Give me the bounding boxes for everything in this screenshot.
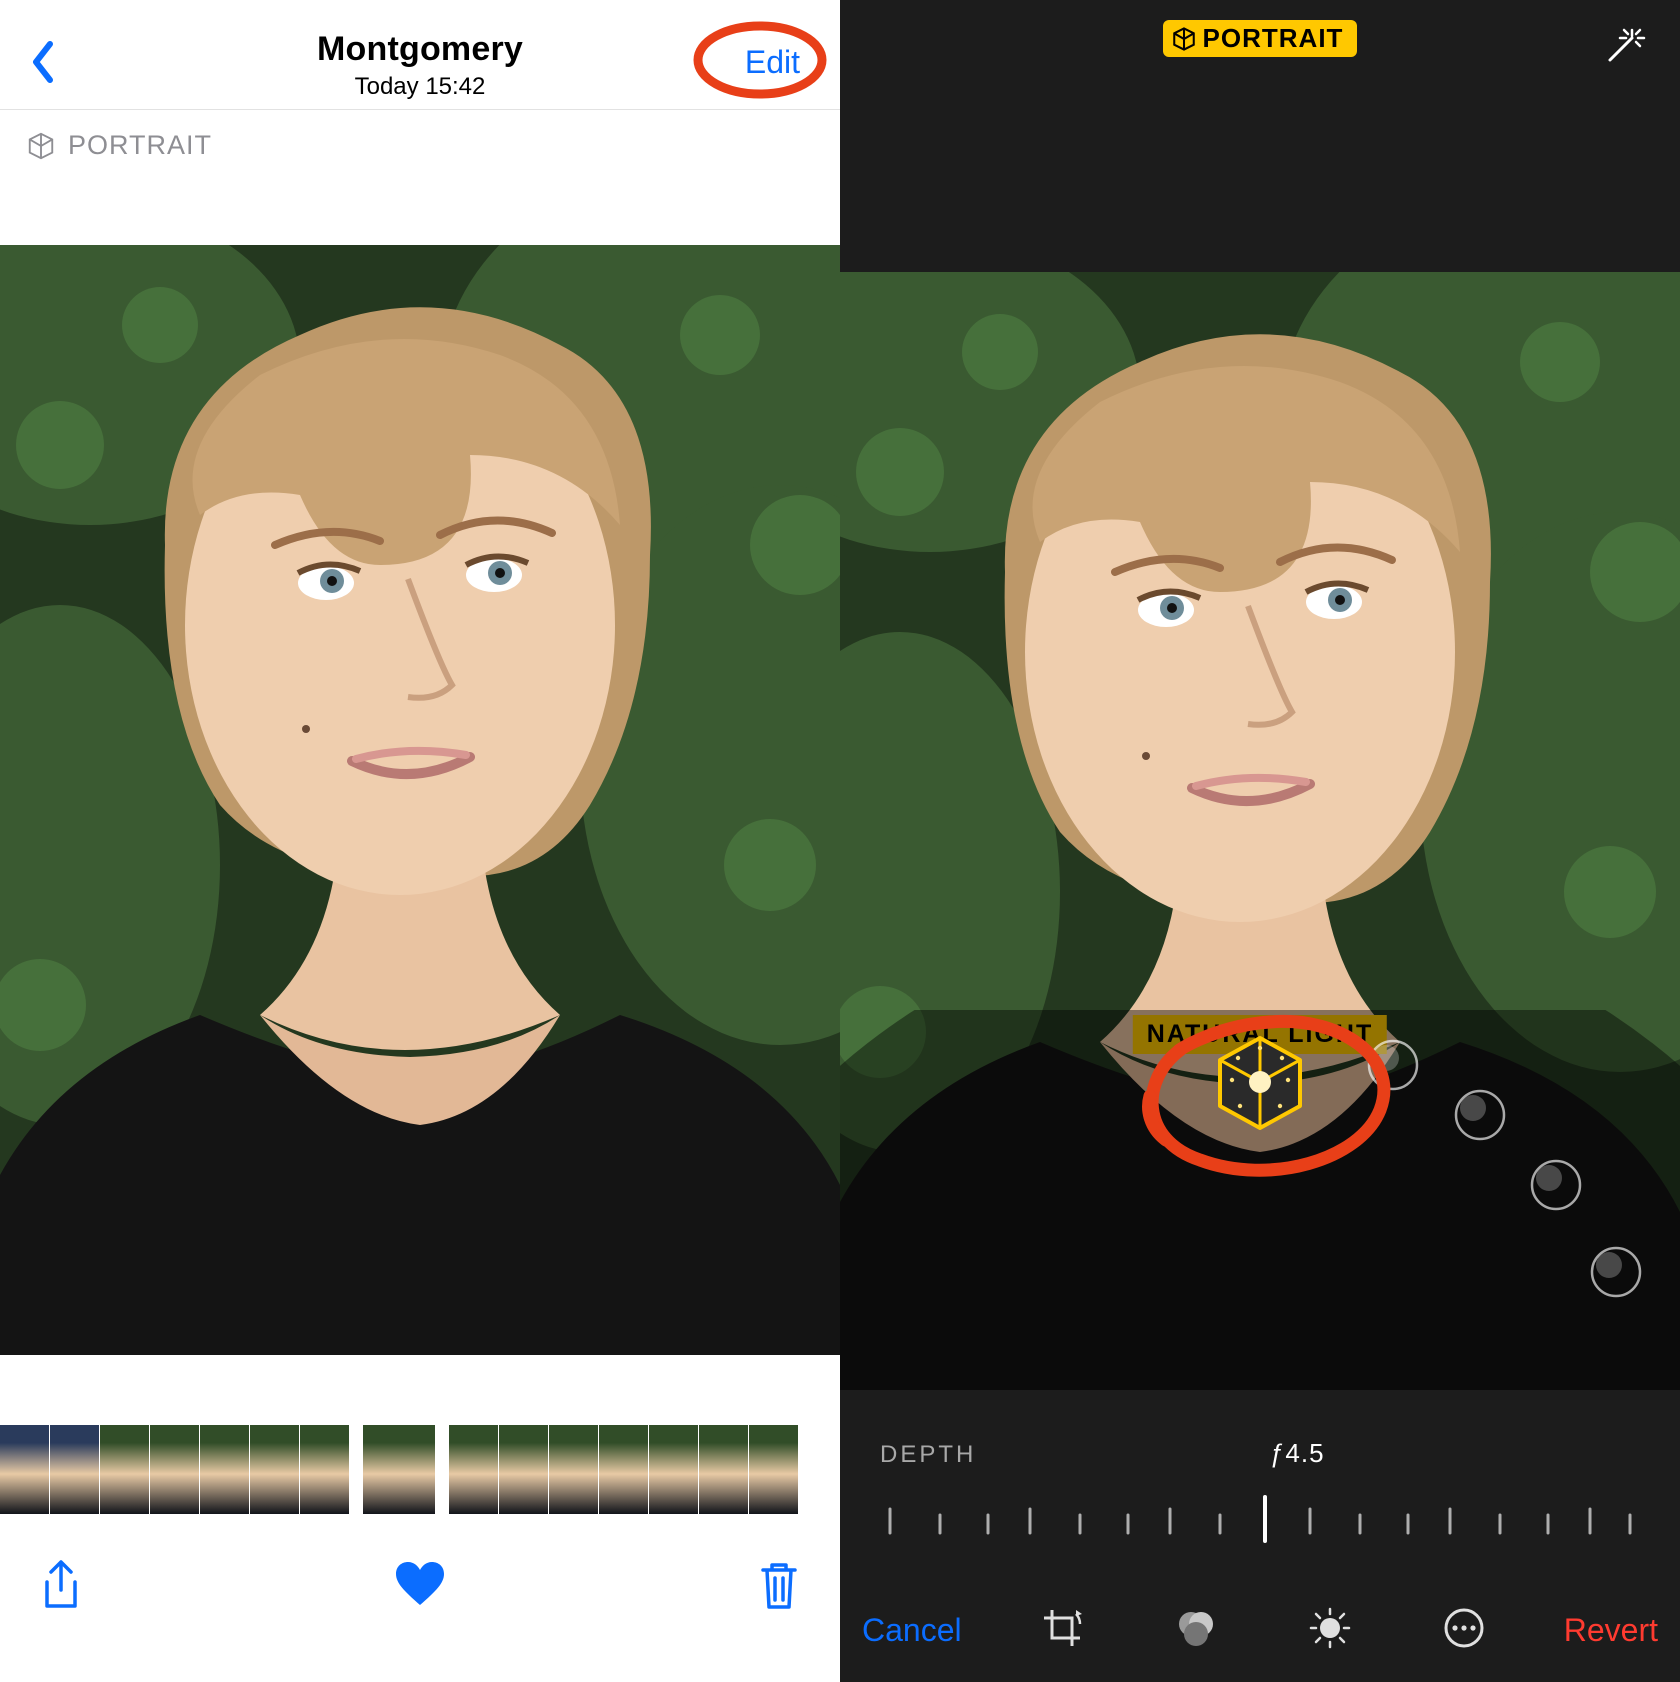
editor-preview[interactable]: NATURAL LIGHT (840, 272, 1680, 1390)
cancel-button[interactable]: Cancel (862, 1612, 962, 1649)
editor-header: PORTRAIT (840, 0, 1680, 110)
chevron-left-icon (26, 40, 60, 84)
favorite-button[interactable] (394, 1561, 446, 1614)
depth-value: ƒ4.5 (1270, 1438, 1325, 1469)
thumbnail[interactable] (549, 1425, 598, 1514)
thumbnail[interactable] (50, 1425, 99, 1514)
photo-timestamp: Today 15:42 (317, 73, 523, 101)
photo-viewer-pane: Montgomery Today 15:42 Edit PORTRAIT (0, 0, 840, 1682)
depth-slider[interactable] (880, 1495, 1640, 1545)
trash-icon (758, 1559, 800, 1611)
more-icon (1442, 1606, 1486, 1650)
filters-button[interactable] (1174, 1606, 1218, 1655)
viewer-header: Montgomery Today 15:42 Edit (0, 0, 840, 110)
light-dial-icon (1308, 1606, 1352, 1650)
cube-icon (26, 131, 56, 161)
cube-icon (1171, 26, 1197, 52)
thumbnail[interactable] (649, 1425, 698, 1514)
depth-control: DEPTH ƒ4.5 (840, 1390, 1680, 1545)
thumbnail[interactable] (300, 1425, 349, 1514)
portrait-mode-badge: PORTRAIT (0, 110, 840, 171)
thumbnail[interactable] (599, 1425, 648, 1514)
thumbnail[interactable] (499, 1425, 548, 1514)
adjust-button[interactable] (1308, 1606, 1352, 1655)
thumbnail-gap (436, 1425, 448, 1514)
share-button[interactable] (40, 1558, 82, 1617)
thumbnail-strip[interactable] (0, 1425, 840, 1515)
portrait-mode-label: PORTRAIT (68, 130, 212, 161)
back-button[interactable] (26, 40, 60, 89)
thumbnail[interactable] (100, 1425, 149, 1514)
portrait-pill-label: PORTRAIT (1203, 23, 1344, 54)
portrait-pill[interactable]: PORTRAIT (1163, 20, 1358, 57)
thumbnail[interactable] (0, 1425, 49, 1514)
thumbnail[interactable] (699, 1425, 748, 1514)
slider-ticks-icon (880, 1495, 1640, 1545)
editor-toolbar: Cancel Revert (840, 1585, 1680, 1675)
thumbnail[interactable] (749, 1425, 798, 1514)
thumbnail[interactable] (250, 1425, 299, 1514)
delete-button[interactable] (758, 1559, 800, 1616)
revert-button[interactable]: Revert (1564, 1612, 1658, 1649)
crop-button[interactable] (1040, 1606, 1084, 1655)
photo-editor-pane: PORTRAIT (840, 0, 1680, 1682)
filters-icon (1174, 1606, 1218, 1650)
more-button[interactable] (1442, 1606, 1486, 1655)
magic-wand-icon (1600, 24, 1646, 70)
crop-rotate-icon (1040, 1606, 1084, 1650)
photo-title: Montgomery (317, 30, 523, 69)
share-icon (40, 1558, 82, 1612)
depth-label: DEPTH (880, 1441, 976, 1469)
heart-icon (394, 1561, 446, 1609)
thumbnail[interactable] (200, 1425, 249, 1514)
annotation-circle-edit (690, 18, 830, 102)
auto-enhance-button[interactable] (1600, 24, 1646, 75)
thumbnail-gap (350, 1425, 362, 1514)
thumbnail-current[interactable] (363, 1425, 435, 1514)
lighting-wheel[interactable] (840, 1010, 1680, 1390)
thumbnail[interactable] (449, 1425, 498, 1514)
viewer-toolbar (0, 1547, 840, 1627)
photo-preview[interactable] (0, 245, 840, 1355)
thumbnail[interactable] (150, 1425, 199, 1514)
